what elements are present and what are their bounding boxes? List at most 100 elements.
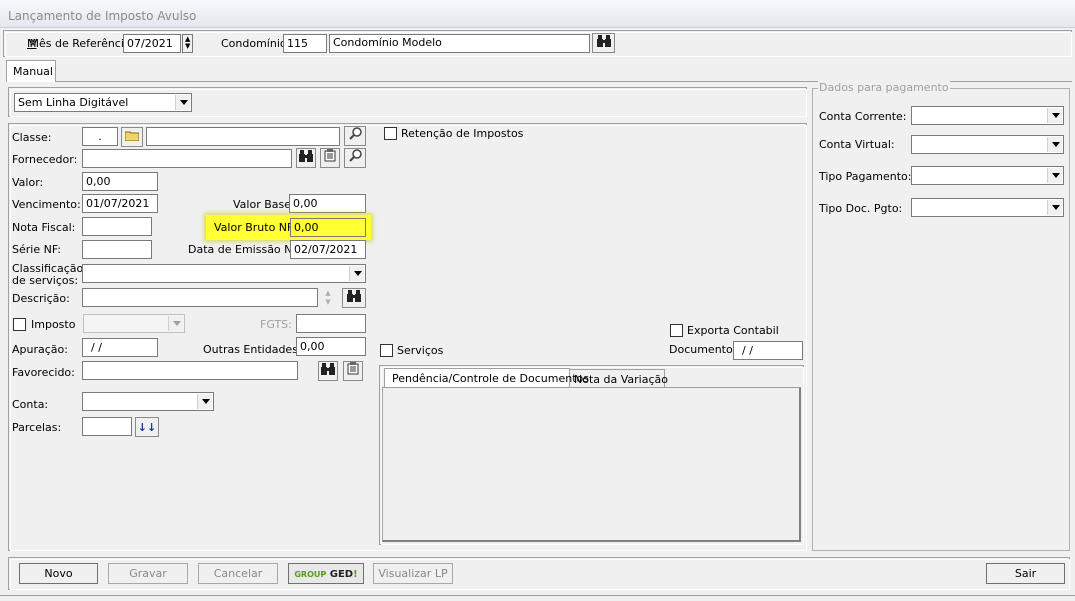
sair-button[interactable]: Sair (986, 563, 1065, 584)
nota-fiscal-label: Nota Fiscal: (12, 221, 76, 234)
imposto-select[interactable] (83, 314, 185, 333)
visualizar-label: Visualizar LP (378, 567, 448, 580)
vencimento-label: Vencimento: (12, 198, 81, 211)
valor-base-value: 0,00 (293, 197, 318, 210)
apuracao-value: / / (91, 341, 102, 354)
mes-label-text: Mês de Referência: (29, 37, 135, 50)
pagamento-group-title: Dados para pagamento (818, 81, 950, 95)
binoculars-icon (596, 35, 611, 50)
conta-corrente-select[interactable] (911, 106, 1064, 125)
mes-field[interactable]: 07/2021 (123, 34, 181, 53)
fornecedor-lookup-button[interactable] (344, 148, 366, 168)
fgts-label: FGTS: (260, 318, 292, 331)
conta-virtual-select[interactable] (911, 135, 1064, 154)
tipo-pagamento-select[interactable] (911, 166, 1064, 185)
valor-base-label: Valor Base: (233, 198, 295, 211)
tab-pendencia[interactable]: Pendência/Controle de Documentos (384, 368, 589, 388)
chevron-down-icon (168, 316, 183, 331)
ged-group-text: GROUP (294, 570, 327, 579)
mes-spin-button[interactable]: ▲ ▼ (182, 34, 193, 53)
valor-bruto-label: Valor Bruto NF: (214, 221, 297, 234)
valor-base-field[interactable]: 0,00 (289, 194, 366, 213)
favorecido-edit-button[interactable] (343, 361, 363, 381)
chevron-down-icon (1047, 168, 1062, 183)
conta-select[interactable] (82, 392, 214, 411)
notepad-icon (324, 149, 337, 165)
fornecedor-search-button[interactable] (296, 148, 316, 168)
condominio-code-field[interactable]: 115 (283, 34, 327, 53)
documento-field[interactable]: / / (733, 341, 803, 360)
parcelas-label: Parcelas: (12, 421, 62, 434)
serie-label: Série NF: (12, 243, 62, 256)
descricao-label: Descrição: (12, 292, 70, 305)
retencao-checkbox[interactable] (384, 127, 397, 140)
condominio-name: Condomínio Modelo (333, 36, 442, 49)
mes-value: 07/2021 (127, 37, 173, 50)
condominio-search-button[interactable] (592, 33, 615, 53)
data-emissao-label: Data de Emissão NF: (188, 243, 302, 256)
fornecedor-field[interactable] (82, 149, 292, 168)
parcelas-field[interactable] (82, 417, 132, 436)
documents-tab-body (382, 387, 801, 542)
down-arrows-icon: ↓↓ (137, 421, 157, 434)
classe-desc-field[interactable] (146, 127, 340, 146)
classe-folder-button[interactable] (121, 127, 143, 147)
fornecedor-edit-button[interactable] (320, 148, 340, 168)
chevron-down-icon (349, 266, 364, 281)
apuracao-label: Apuração: (12, 343, 68, 356)
conta-virtual-label: Conta Virtual: (819, 138, 895, 151)
retencao-label: Retenção de Impostos (401, 127, 524, 140)
ged-button[interactable]: GROUP GED! (288, 563, 364, 584)
valor-field[interactable]: 0,00 (82, 172, 158, 191)
servicos-checkbox[interactable] (380, 344, 393, 357)
exporta-label: Exporta Contabil (687, 324, 779, 337)
window-title: Lançamento de Imposto Avulso (8, 9, 197, 23)
data-emissao-value: 02/07/2021 (294, 243, 358, 256)
tab-manual[interactable]: Manual (6, 60, 56, 82)
descricao-search-button[interactable] (342, 288, 366, 308)
gravar-button[interactable]: Gravar (108, 563, 188, 584)
tab-pendencia-label: Pendência/Controle de Documentos (392, 372, 589, 385)
serie-field[interactable] (82, 240, 152, 259)
vencimento-field[interactable]: 01/07/2021 (82, 194, 158, 213)
valor-label: Valor: (12, 176, 44, 189)
descricao-scroll[interactable]: ▲ ▼ (322, 289, 334, 308)
tipo-doc-select[interactable] (911, 198, 1064, 217)
valor-bruto-value: 0,00 (294, 221, 319, 234)
binoculars-icon (299, 150, 313, 165)
novo-button[interactable]: Novo (19, 563, 98, 584)
outras-value: 0,00 (300, 340, 325, 353)
classe-search-button[interactable] (344, 126, 366, 146)
imposto-checkbox[interactable] (13, 318, 26, 331)
favorecido-label: Favorecido: (12, 366, 75, 379)
exporta-checkbox[interactable] (670, 324, 683, 337)
linha-digitavel-select[interactable]: Sem Linha Digitável (14, 93, 192, 112)
classe-code-field[interactable]: . (82, 127, 118, 146)
chevron-down-icon (175, 95, 190, 110)
fornecedor-label: Fornecedor: (12, 153, 78, 166)
nota-fiscal-field[interactable] (82, 217, 152, 236)
data-emissao-field[interactable]: 02/07/2021 (290, 240, 366, 259)
descricao-field[interactable] (82, 288, 318, 307)
fgts-field[interactable] (296, 314, 366, 333)
cancelar-button[interactable]: Cancelar (198, 563, 278, 584)
imposto-label: Imposto (31, 318, 76, 331)
favorecido-search-button[interactable] (318, 361, 338, 381)
ged-logo: GROUP GED! (294, 569, 357, 580)
classificacao-select[interactable] (82, 264, 366, 283)
notepad-icon (347, 362, 360, 378)
pagamento-group (812, 88, 1070, 551)
binoculars-icon (321, 363, 335, 378)
favorecido-field[interactable] (82, 361, 298, 380)
tipo-pagamento-label: Tipo Pagamento: (819, 170, 912, 183)
visualizar-button[interactable]: Visualizar LP (373, 563, 453, 584)
parcelas-expand-button[interactable]: ↓↓ (135, 417, 159, 437)
condominio-name-field[interactable]: Condomínio Modelo (329, 34, 590, 53)
gravar-label: Gravar (129, 567, 167, 580)
outras-field[interactable]: 0,00 (296, 337, 366, 356)
valor-bruto-field[interactable]: 0,00 (290, 218, 366, 237)
apuracao-field[interactable]: / / (82, 338, 158, 357)
binoculars-icon (347, 290, 361, 305)
documento-label: Documento: (669, 343, 737, 356)
tab-nota[interactable]: Nota da Variação (570, 369, 668, 388)
